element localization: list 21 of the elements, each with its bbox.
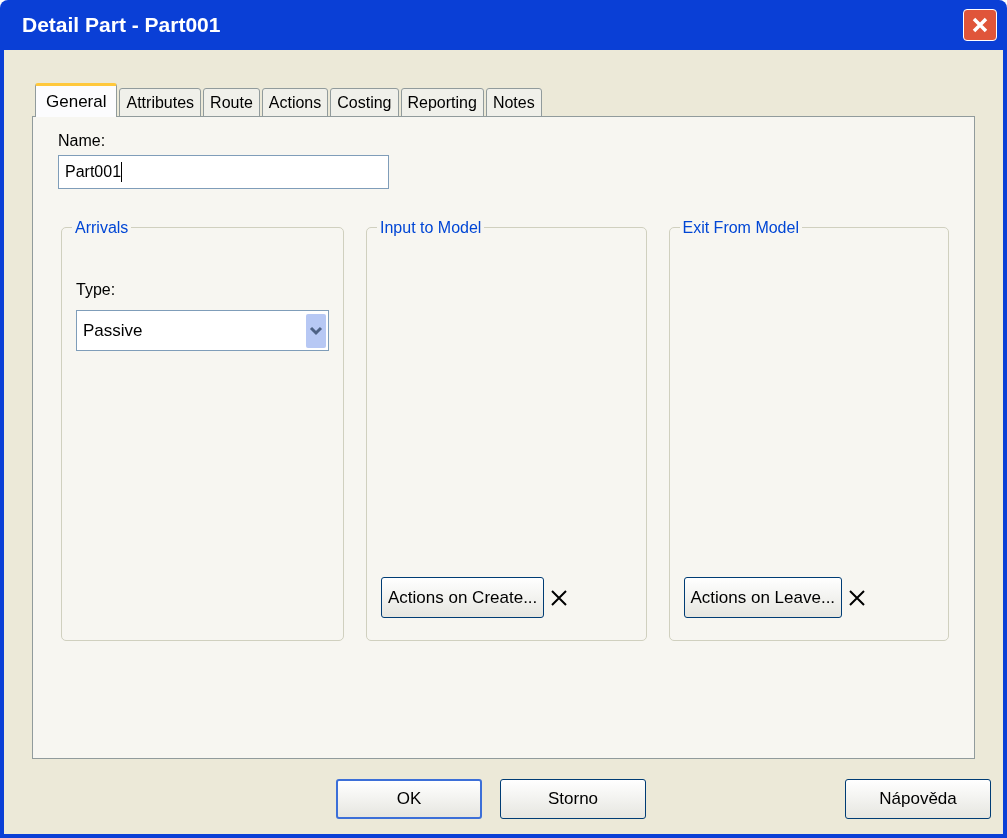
field-label: Type: xyxy=(76,280,117,300)
actions-button[interactable]: Actions on Create... xyxy=(381,577,545,618)
tab[interactable]: Attributes xyxy=(119,88,202,117)
window-title: Detail Part - Part001 xyxy=(22,12,221,39)
field-label: Name: xyxy=(58,131,107,151)
tab[interactable]: Costing xyxy=(330,88,399,117)
close-button[interactable] xyxy=(963,9,997,41)
type-dropdown[interactable]: Passive xyxy=(76,310,329,351)
delete-icon[interactable] xyxy=(550,588,569,607)
tab[interactable]: Actions xyxy=(261,88,329,117)
delete-icon[interactable] xyxy=(848,588,867,607)
close-icon xyxy=(971,16,989,34)
tab[interactable]: Notes xyxy=(485,88,542,117)
tab[interactable]: Reporting xyxy=(400,88,484,117)
dialog-button[interactable]: Nápověda xyxy=(845,779,991,819)
dialog-button[interactable]: OK xyxy=(336,779,482,819)
name-field[interactable]: Part001 xyxy=(58,155,389,189)
actions-button[interactable]: Actions on Leave... xyxy=(683,577,843,618)
tab[interactable]: General xyxy=(35,83,118,117)
tab[interactable]: Route xyxy=(203,88,260,117)
dialog-button[interactable]: Storno xyxy=(500,779,646,819)
